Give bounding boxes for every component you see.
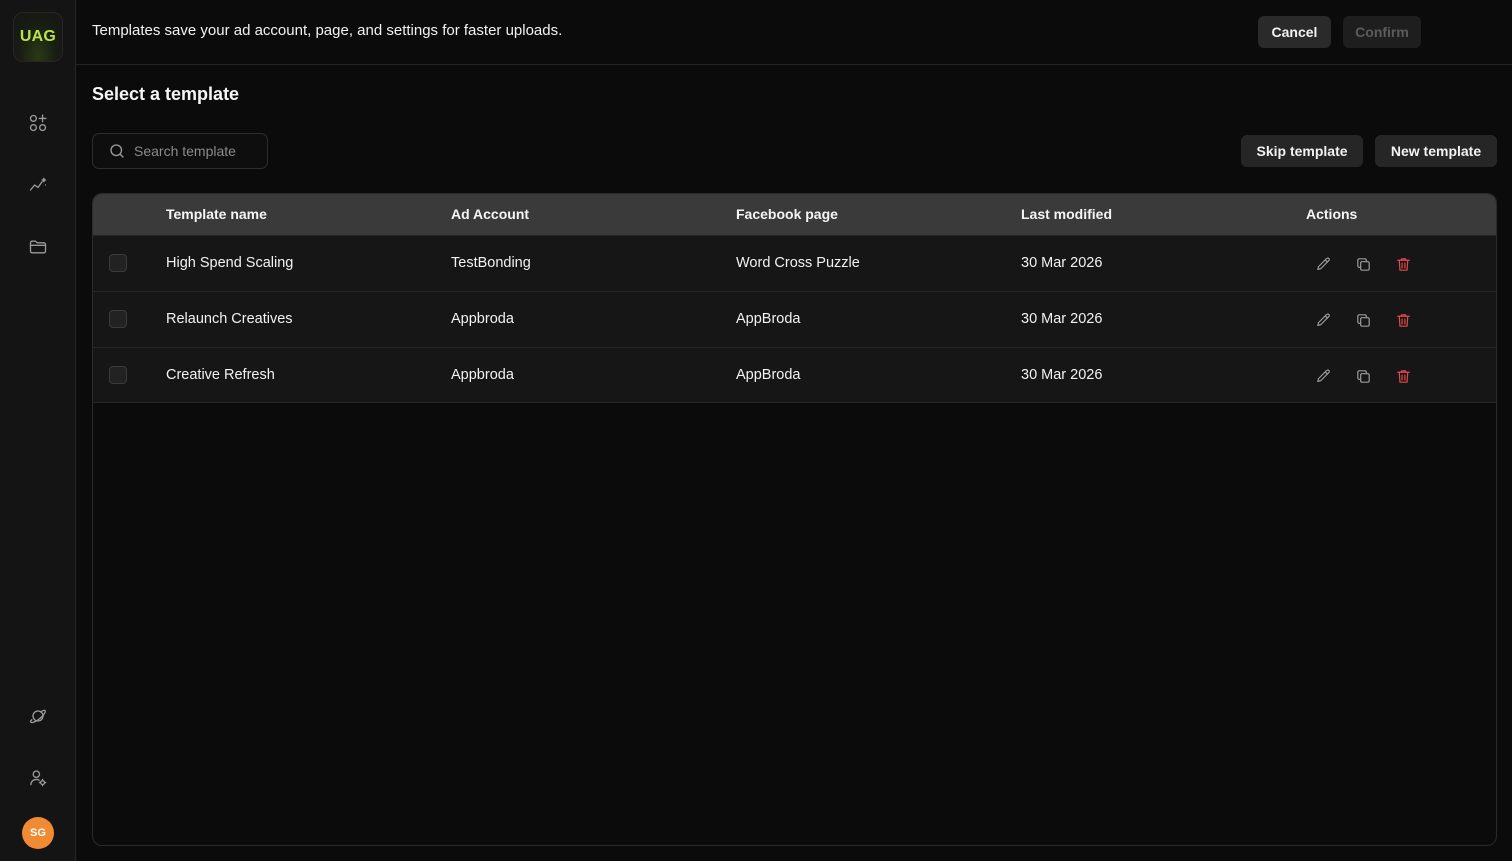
duplicate-icon[interactable]: [1352, 253, 1374, 275]
apps-sparkle-icon[interactable]: [26, 111, 50, 135]
folder-icon[interactable]: [26, 235, 50, 259]
search-input[interactable]: [134, 143, 264, 159]
page-title: Select a template: [92, 84, 240, 104]
template-name: Relaunch Creatives: [166, 311, 293, 327]
ad-account: Appbroda: [451, 367, 514, 383]
row-checkbox[interactable]: [109, 310, 127, 328]
delete-icon[interactable]: [1392, 365, 1414, 387]
edit-icon[interactable]: [1312, 309, 1334, 331]
last-modified: 30 Mar 2026: [1021, 311, 1103, 327]
last-modified: 30 Mar 2026: [1021, 255, 1103, 271]
table-row[interactable]: Creative Refresh Appbroda AppBroda 30 Ma…: [93, 347, 1496, 403]
duplicate-icon[interactable]: [1352, 309, 1374, 331]
template-info-message: Templates save your ad account, page, an…: [92, 22, 563, 39]
column-header-ad-account[interactable]: Ad Account: [451, 206, 529, 222]
user-avatar[interactable]: SG: [22, 817, 54, 849]
edit-icon[interactable]: [1312, 253, 1334, 275]
facebook-page: Word Cross Puzzle: [736, 255, 860, 271]
skip-template-button[interactable]: Skip template: [1241, 135, 1363, 167]
table-row[interactable]: High Spend Scaling TestBonding Word Cros…: [93, 235, 1496, 291]
row-checkbox[interactable]: [109, 254, 127, 272]
row-checkbox[interactable]: [109, 366, 127, 384]
sidebar: UAG SG: [0, 0, 76, 861]
edit-icon[interactable]: [1312, 365, 1334, 387]
column-header-template-name[interactable]: Template name: [166, 206, 267, 222]
delete-icon[interactable]: [1392, 309, 1414, 331]
analytics-icon[interactable]: [26, 173, 50, 197]
ad-account: TestBonding: [451, 255, 531, 271]
template-name: Creative Refresh: [166, 367, 275, 383]
table-divider: [93, 402, 1496, 403]
search-icon: [110, 144, 124, 158]
column-header-actions: Actions: [1306, 206, 1358, 222]
cancel-button[interactable]: Cancel: [1258, 16, 1331, 48]
search-box[interactable]: [92, 133, 268, 169]
last-modified: 30 Mar 2026: [1021, 367, 1103, 383]
facebook-page: AppBroda: [736, 311, 801, 327]
app-logo[interactable]: UAG: [13, 12, 63, 62]
ad-account: Appbroda: [451, 311, 514, 327]
templates-table: Template name Ad Account Facebook page L…: [92, 193, 1497, 846]
confirm-button[interactable]: Confirm: [1343, 16, 1421, 48]
facebook-page: AppBroda: [736, 367, 801, 383]
table-row[interactable]: Relaunch Creatives Appbroda AppBroda 30 …: [93, 291, 1496, 347]
new-template-button[interactable]: New template: [1375, 135, 1497, 167]
column-header-last-modified[interactable]: Last modified: [1021, 206, 1112, 222]
column-header-facebook-page[interactable]: Facebook page: [736, 206, 838, 222]
planet-icon[interactable]: [26, 704, 50, 728]
user-settings-icon[interactable]: [26, 766, 50, 790]
template-name: High Spend Scaling: [166, 255, 294, 271]
table-header: Template name Ad Account Facebook page L…: [93, 194, 1496, 235]
delete-icon[interactable]: [1392, 253, 1414, 275]
duplicate-icon[interactable]: [1352, 365, 1374, 387]
